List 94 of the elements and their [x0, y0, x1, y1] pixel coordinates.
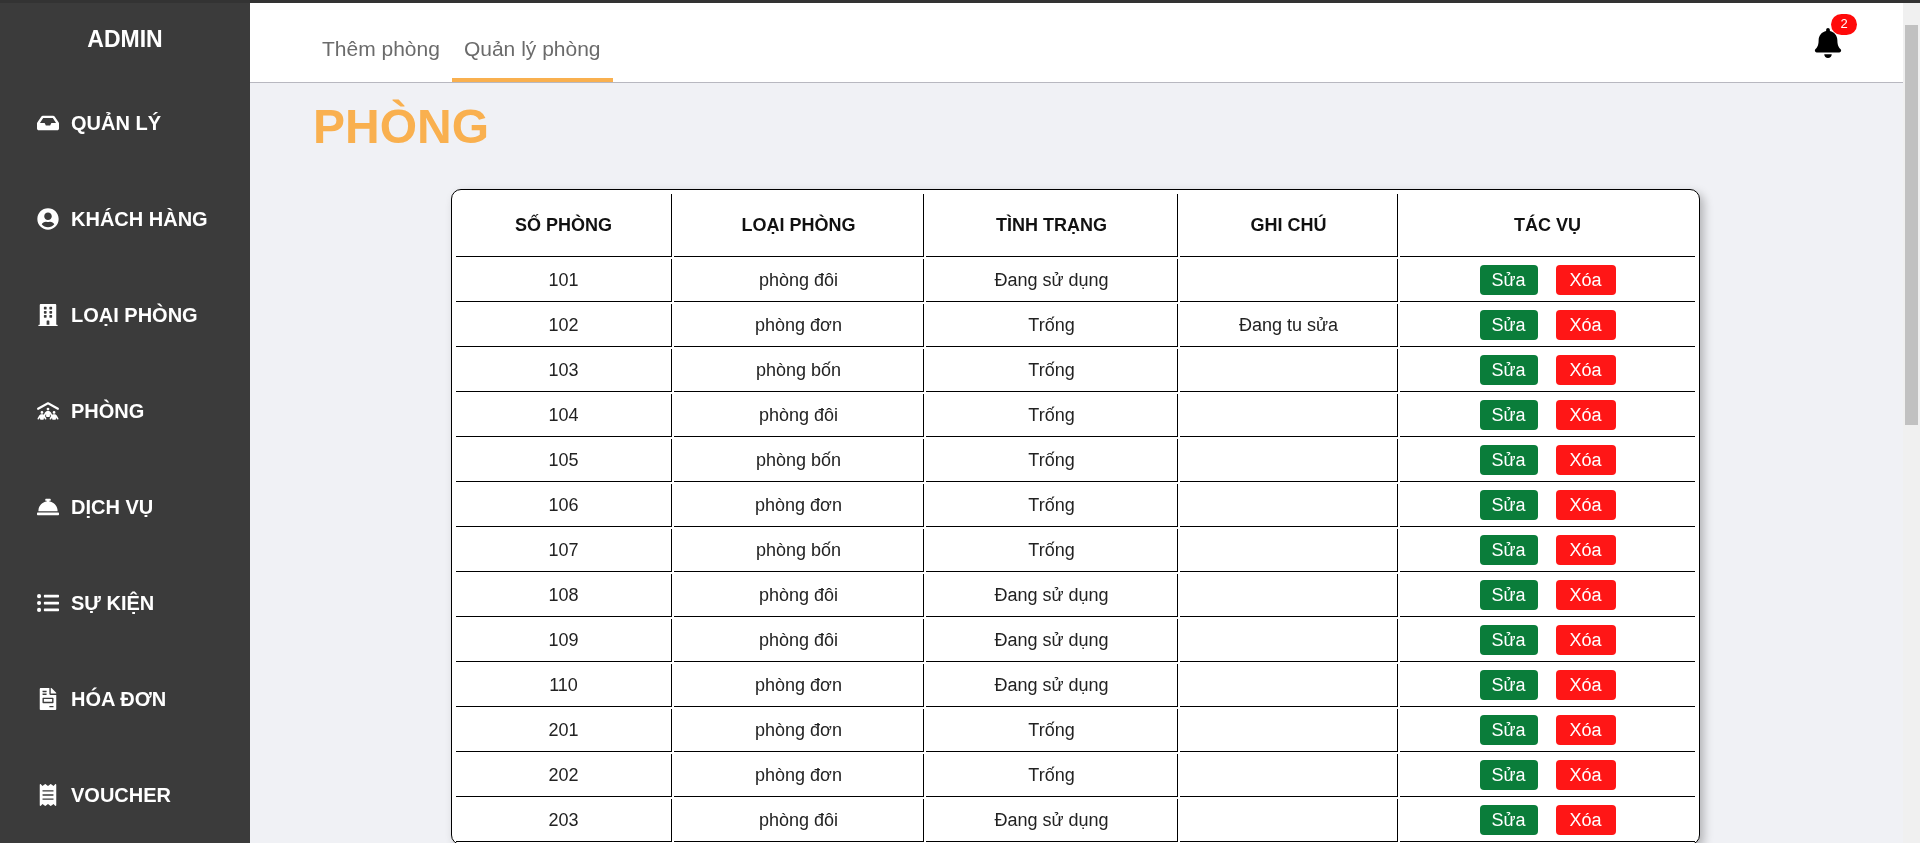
list-icon — [37, 592, 59, 614]
column-header: TÌNH TRẠNG — [926, 194, 1178, 257]
edit-button[interactable]: Sửa — [1479, 715, 1538, 745]
table-cell: Đang sử dụng — [994, 674, 1109, 695]
delete-button[interactable]: Xóa — [1555, 760, 1616, 790]
tab[interactable]: Thêm phòng — [310, 20, 452, 82]
table-cell: phòng bốn — [755, 359, 842, 380]
table-cell: phòng đơn — [755, 494, 842, 515]
table-cell: Đang sử dụng — [994, 584, 1109, 605]
scrollbar[interactable] — [1903, 3, 1920, 843]
edit-button[interactable]: Sửa — [1479, 355, 1538, 385]
edit-button[interactable]: Sửa — [1479, 490, 1538, 520]
table-cell: 108 — [548, 584, 579, 605]
sidebar-item[interactable]: HÓA ĐƠN — [0, 651, 250, 747]
sidebar-item[interactable]: QUẢN LÝ — [0, 75, 250, 171]
scrollbar-thumb[interactable] — [1905, 25, 1918, 425]
table-cell: 104 — [548, 404, 579, 425]
building-icon — [37, 304, 59, 326]
table-cell: Đang sử dụng — [994, 809, 1109, 830]
edit-button[interactable]: Sửa — [1479, 310, 1538, 340]
sidebar-title: ADMIN — [86, 24, 164, 54]
sidebar-item[interactable]: KHÁCH HÀNG — [0, 171, 250, 267]
table-cell: phòng đôi — [758, 404, 839, 425]
edit-button[interactable]: Sửa — [1479, 535, 1538, 565]
table-cell: phòng đơn — [755, 314, 842, 335]
edit-button[interactable]: Sửa — [1479, 580, 1538, 610]
table-cell: phòng đơn — [755, 674, 842, 695]
sidebar-item[interactable]: VOUCHER — [0, 747, 250, 843]
tab[interactable]: Quản lý phòng — [451, 20, 613, 82]
table-cell: 110 — [549, 674, 578, 695]
edit-button[interactable]: Sửa — [1479, 760, 1538, 790]
table-cell: Trống — [1028, 314, 1075, 335]
table-cell: Đang sử dụng — [994, 269, 1109, 290]
edit-button[interactable]: Sửa — [1479, 670, 1538, 700]
table-cell: Đang tu sửa — [1238, 314, 1339, 335]
sidebar-item[interactable]: SỰ KIỆN — [0, 555, 250, 651]
table-cell: Đang sử dụng — [994, 629, 1109, 650]
column-header: LOẠI PHÒNG — [674, 194, 924, 257]
table-cell: 107 — [548, 539, 579, 560]
edit-button[interactable]: Sửa — [1479, 400, 1538, 430]
column-header: TÁC VỤ — [1400, 194, 1695, 257]
edit-button[interactable]: Sửa — [1479, 265, 1538, 295]
delete-button[interactable]: Xóa — [1555, 400, 1616, 430]
table-cell: Trống — [1028, 719, 1075, 740]
table-cell: 105 — [548, 449, 579, 470]
delete-button[interactable]: Xóa — [1555, 265, 1616, 295]
document-icon — [37, 688, 59, 710]
table-cell: Trống — [1028, 404, 1075, 425]
table-cell: 101 — [548, 269, 579, 290]
table-cell: 103 — [548, 359, 579, 380]
edit-button[interactable]: Sửa — [1479, 625, 1538, 655]
table-cell: phòng đôi — [758, 629, 839, 650]
delete-button[interactable]: Xóa — [1555, 580, 1616, 610]
table-cell: phòng đơn — [755, 764, 842, 785]
delete-button[interactable]: Xóa — [1555, 715, 1616, 745]
delete-button[interactable]: Xóa — [1555, 355, 1616, 385]
table-cell: 109 — [548, 629, 579, 650]
column-header: SỐ PHÒNG — [456, 194, 672, 257]
table-cell: 201 — [548, 719, 579, 740]
table-cell: phòng đôi — [758, 269, 839, 290]
table-cell: 202 — [548, 764, 579, 785]
table-cell: Trống — [1028, 494, 1075, 515]
edit-button[interactable]: Sửa — [1479, 445, 1538, 475]
table-cell: Trống — [1028, 764, 1075, 785]
notification-badge: 2 — [1831, 13, 1857, 35]
table-cell: Trống — [1028, 539, 1075, 560]
table-cell: phòng đôi — [758, 584, 839, 605]
column-header: GHI CHÚ — [1180, 194, 1398, 257]
sidebar-item[interactable]: DỊCH VỤ — [0, 459, 250, 555]
notification-bell-icon[interactable] — [1813, 27, 1843, 58]
delete-button[interactable]: Xóa — [1555, 670, 1616, 700]
sidebar-item[interactable]: LOẠI PHÒNG — [0, 267, 250, 363]
user-icon — [37, 208, 59, 230]
service-bell-icon — [37, 496, 59, 518]
delete-button[interactable]: Xóa — [1555, 310, 1616, 340]
delete-button[interactable]: Xóa — [1555, 490, 1616, 520]
delete-button[interactable]: Xóa — [1555, 445, 1616, 475]
table-cell: 203 — [548, 809, 579, 830]
table-cell: phòng bốn — [755, 539, 842, 560]
table-cell: 102 — [548, 314, 579, 335]
receipt-icon — [37, 784, 59, 806]
table-cell: phòng bốn — [755, 449, 842, 470]
table-cell: phòng đơn — [755, 719, 842, 740]
table-cell: phòng đôi — [758, 809, 839, 830]
table-cell: Trống — [1028, 359, 1075, 380]
table-cell: 106 — [548, 494, 579, 515]
page-title: PHÒNG — [313, 99, 490, 155]
sidebar-item[interactable]: PHÒNG — [0, 363, 250, 459]
delete-button[interactable]: Xóa — [1555, 805, 1616, 835]
delete-button[interactable]: Xóa — [1555, 535, 1616, 565]
table-cell: Trống — [1028, 449, 1075, 470]
house-people-icon — [37, 400, 59, 422]
edit-button[interactable]: Sửa — [1479, 805, 1538, 835]
delete-button[interactable]: Xóa — [1555, 625, 1616, 655]
